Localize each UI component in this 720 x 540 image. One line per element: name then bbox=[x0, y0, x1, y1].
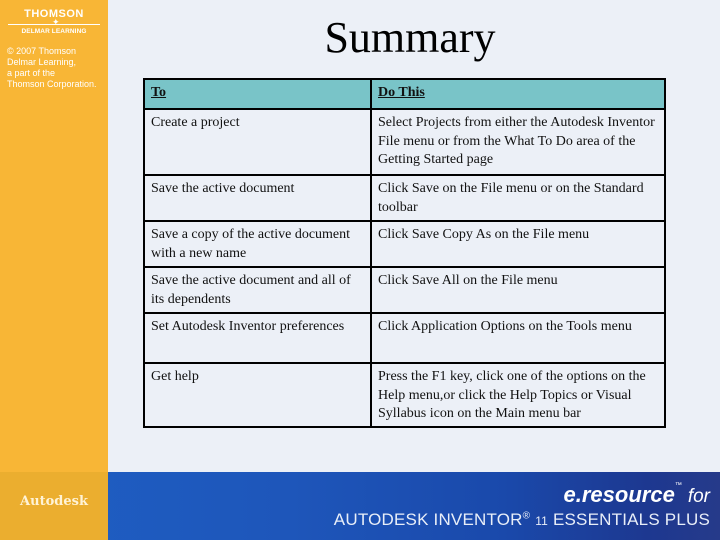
copyright-text: © 2007 Thomson Delmar Learning, a part o… bbox=[7, 46, 97, 89]
table-row: Get help Press the F1 key, click one of … bbox=[143, 362, 666, 428]
cell-action: Click Save Copy As on the File menu bbox=[370, 220, 666, 268]
cell-action: Click Application Options on the Tools m… bbox=[370, 312, 666, 364]
autodesk-logo: Autodesk bbox=[20, 494, 88, 509]
cell-task: Save the active document and all of its … bbox=[143, 266, 372, 314]
product-version: 11 bbox=[535, 514, 549, 528]
table-row: Save the active document and all of its … bbox=[143, 266, 666, 314]
summary-table: To Do This Create a project Select Proje… bbox=[143, 78, 666, 428]
brand-sub: DELMAR LEARNING bbox=[21, 28, 87, 35]
thomson-logo: THOMSON DELMAR LEARNING bbox=[6, 8, 102, 35]
cell-task: Save the active document bbox=[143, 174, 372, 222]
table-header-row: To Do This bbox=[143, 78, 666, 110]
cell-task: Set Autodesk Inventor preferences bbox=[143, 312, 372, 364]
table-row: Save the active document Click Save on t… bbox=[143, 174, 666, 222]
cell-task: Create a project bbox=[143, 108, 372, 176]
cell-task: Get help bbox=[143, 362, 372, 428]
cell-action: Click Save All on the File menu bbox=[370, 266, 666, 314]
product-name: AUTODESK INVENTOR® 11 ESSENTIALS PLUS bbox=[334, 510, 710, 530]
cell-action: Click Save on the File menu or on the St… bbox=[370, 174, 666, 222]
header-do-this: Do This bbox=[370, 78, 666, 110]
cell-action: Select Projects from either the Autodesk… bbox=[370, 108, 666, 176]
eresource-logo: e.resource™ for bbox=[564, 482, 710, 508]
registered-mark: ® bbox=[522, 510, 531, 522]
table-row: Save a copy of the active document with … bbox=[143, 220, 666, 268]
slide-title: Summary bbox=[324, 13, 496, 62]
eresource-text: e.resource bbox=[563, 482, 675, 507]
trademark-mark: ™ bbox=[674, 482, 682, 489]
table-row: Set Autodesk Inventor preferences Click … bbox=[143, 312, 666, 364]
table-row: Create a project Select Projects from ei… bbox=[143, 108, 666, 176]
cell-task: Save a copy of the active document with … bbox=[143, 220, 372, 268]
header-to: To bbox=[143, 78, 372, 110]
for-text: for bbox=[687, 486, 710, 507]
cell-action: Press the F1 key, click one of the optio… bbox=[370, 362, 666, 428]
product-name-b: ESSENTIALS PLUS bbox=[552, 510, 710, 529]
brand-divider-icon bbox=[8, 17, 100, 28]
product-name-a: AUTODESK INVENTOR bbox=[333, 510, 523, 529]
